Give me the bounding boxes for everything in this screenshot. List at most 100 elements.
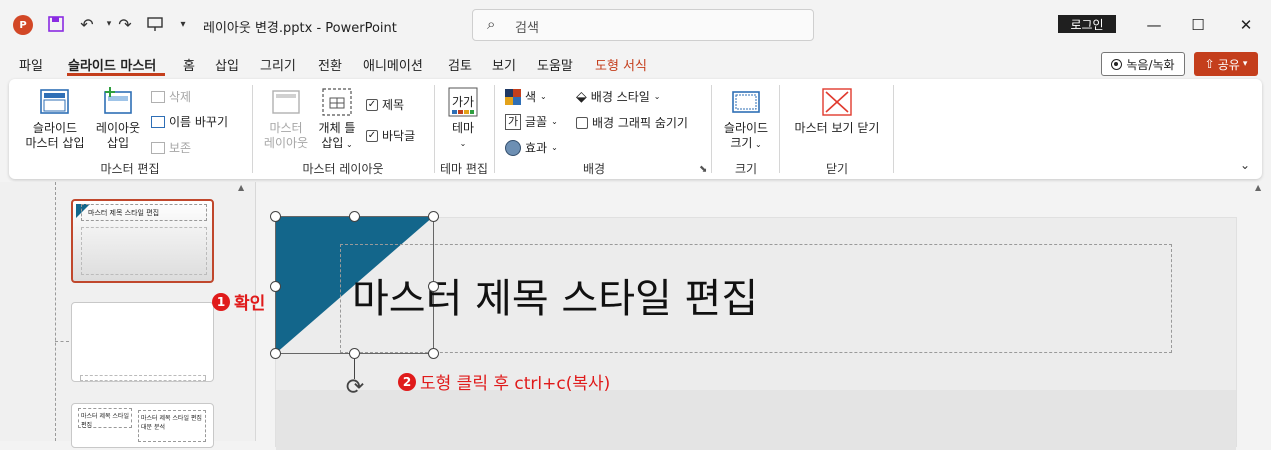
- tab-file[interactable]: 파일: [19, 55, 43, 74]
- tab-shape-format[interactable]: 도형 서식: [595, 55, 647, 74]
- footer-checkbox[interactable]: ✓ 바닥글: [366, 127, 415, 144]
- slide-size-label-1: 슬라이드: [723, 121, 769, 135]
- share-icon: ⇧: [1204, 57, 1215, 71]
- annotation-number: 1: [212, 292, 230, 311]
- tab-help[interactable]: 도움말: [537, 55, 573, 74]
- checkbox-unchecked-icon: [576, 116, 588, 129]
- preserve-button[interactable]: 보존: [151, 139, 191, 156]
- thumb-footer-placeholder: [80, 375, 206, 381]
- slide-size-button[interactable]: [731, 89, 761, 118]
- svg-text:가가: 가가: [452, 95, 474, 109]
- annotation-number: 2: [398, 372, 416, 391]
- thumb-title: 마스터 제목 스타일 편집: [81, 204, 207, 221]
- title-check-label: 제목: [382, 98, 405, 112]
- annotation-text: 확인: [234, 294, 266, 314]
- tab-review[interactable]: 검토: [448, 55, 472, 74]
- insert-placeholder-button[interactable]: [322, 88, 352, 119]
- chevron-down-icon: ⌄: [752, 140, 762, 149]
- tab-insert[interactable]: 삽입: [215, 55, 239, 74]
- chevron-down-icon: ⌄: [653, 92, 661, 101]
- layout-connector-line: [55, 341, 69, 342]
- master-layout-button[interactable]: [272, 90, 300, 117]
- insert-layout-label-1: 레이아웃: [95, 121, 141, 135]
- tab-home[interactable]: 홈: [183, 55, 195, 74]
- resize-handle[interactable]: [270, 348, 281, 359]
- hide-background-graphics-checkbox[interactable]: 배경 그래픽 숨기기: [576, 114, 688, 131]
- tab-transitions[interactable]: 전환: [318, 55, 342, 74]
- checkbox-checked-icon: ✓: [366, 98, 378, 111]
- resize-handle[interactable]: [349, 211, 360, 222]
- ribbon-divider: [252, 85, 253, 173]
- group-close-label: 닫기: [825, 162, 849, 176]
- slide-master-thumbnail[interactable]: 마스터 제목 스타일 편집: [71, 199, 214, 283]
- rotate-icon[interactable]: ⟳: [342, 376, 368, 402]
- themes-button[interactable]: 가가: [448, 87, 478, 120]
- tab-draw[interactable]: 그리기: [260, 55, 296, 74]
- record-icon: [1111, 58, 1123, 70]
- thumb-text: 대문 분석: [141, 424, 165, 431]
- tab-slide-master[interactable]: 슬라이드 마스터: [68, 55, 156, 74]
- login-button[interactable]: 로그인: [1058, 15, 1116, 33]
- background-styles-label: 배경 스타일: [590, 90, 650, 104]
- insert-layout-icon: [104, 87, 132, 114]
- resize-handle[interactable]: [270, 281, 281, 292]
- chevron-down-icon: ⌄: [540, 92, 547, 101]
- share-button[interactable]: ⇧ 공유 ▾: [1194, 52, 1258, 76]
- themes-label: 테마: [451, 121, 475, 135]
- resize-handle[interactable]: [270, 211, 281, 222]
- master-layout-label-1: 마스터: [269, 121, 303, 135]
- customize-toolbar-icon[interactable]: ▾: [172, 13, 194, 35]
- record-button[interactable]: 녹음/녹화: [1101, 52, 1185, 76]
- resize-handle[interactable]: [349, 348, 360, 359]
- layout-thumbnail[interactable]: [71, 302, 214, 382]
- effects-button[interactable]: 효과 ⌄: [505, 139, 558, 156]
- rename-button[interactable]: 이름 바꾸기: [151, 113, 228, 130]
- fonts-icon: 가: [505, 113, 521, 130]
- active-tab-indicator: [67, 73, 165, 76]
- master-layout-label-2: 레이아웃: [263, 136, 309, 150]
- dialog-launcher-icon[interactable]: ⬊: [699, 164, 707, 175]
- chevron-down-icon: ⌄: [343, 140, 353, 149]
- insert-slide-master-button[interactable]: [40, 89, 70, 118]
- layout-thumbnail[interactable]: 마스터 제목 스타일 편집 마스터 제목 스타일 편집 대문 분석: [71, 403, 214, 448]
- maximize-icon[interactable]: ☐: [1183, 12, 1213, 38]
- resize-handle[interactable]: [428, 348, 439, 359]
- scroll-up-icon[interactable]: ▲: [238, 183, 244, 192]
- start-slideshow-icon[interactable]: [144, 13, 166, 35]
- close-master-view-label: 마스터 보기 닫기: [794, 121, 880, 135]
- insert-slide-master-label-1: 슬라이드: [32, 121, 78, 135]
- master-layout-icon: [272, 90, 300, 114]
- slide-title-text[interactable]: 마스터 제목 스타일 편집: [352, 266, 758, 324]
- undo-icon[interactable]: ↶: [76, 13, 98, 35]
- redo-icon[interactable]: ↷: [114, 13, 136, 35]
- resize-handle[interactable]: [428, 281, 439, 292]
- ribbon-divider: [779, 85, 780, 173]
- scroll-up-icon[interactable]: ▲: [1255, 183, 1261, 192]
- group-size-label: 크기: [734, 162, 758, 176]
- ribbon-divider: [434, 85, 435, 173]
- colors-button[interactable]: 색 ⌄: [505, 88, 547, 105]
- collapse-ribbon-icon[interactable]: ⌄: [1240, 158, 1250, 172]
- save-icon[interactable]: [45, 13, 67, 35]
- background-styles-button[interactable]: ⬙ 배경 스타일 ⌄: [576, 88, 661, 105]
- effects-label: 효과: [525, 141, 548, 155]
- fonts-button[interactable]: 가 글꼴 ⌄: [505, 113, 558, 130]
- delete-button[interactable]: 삭제: [151, 88, 191, 105]
- tab-animations[interactable]: 애니메이션: [363, 55, 423, 74]
- title-checkbox[interactable]: ✓ 제목: [366, 96, 404, 113]
- slide-size-label-2: 크기 ⌄: [730, 136, 762, 150]
- close-master-view-button[interactable]: [822, 88, 852, 119]
- insert-layout-button[interactable]: [103, 87, 133, 118]
- resize-handle[interactable]: [428, 211, 439, 222]
- group-master-layout-label: 마스터 레이아웃: [302, 162, 384, 176]
- close-icon[interactable]: ✕: [1231, 12, 1261, 38]
- delete-label: 삭제: [169, 90, 192, 104]
- placeholder-icon: [322, 88, 352, 116]
- tab-view[interactable]: 보기: [492, 55, 516, 74]
- minimize-icon[interactable]: —: [1139, 12, 1169, 38]
- search-input[interactable]: ⌕ 검색: [472, 9, 814, 41]
- annotation-2: 2 도형 클릭 후 ctrl+c(복사): [398, 369, 610, 394]
- insert-slide-master-label-2: 마스터 삽입: [25, 136, 85, 150]
- ribbon-divider: [711, 85, 712, 173]
- insert-placeholder-label-2: 삽입 ⌄: [321, 136, 353, 150]
